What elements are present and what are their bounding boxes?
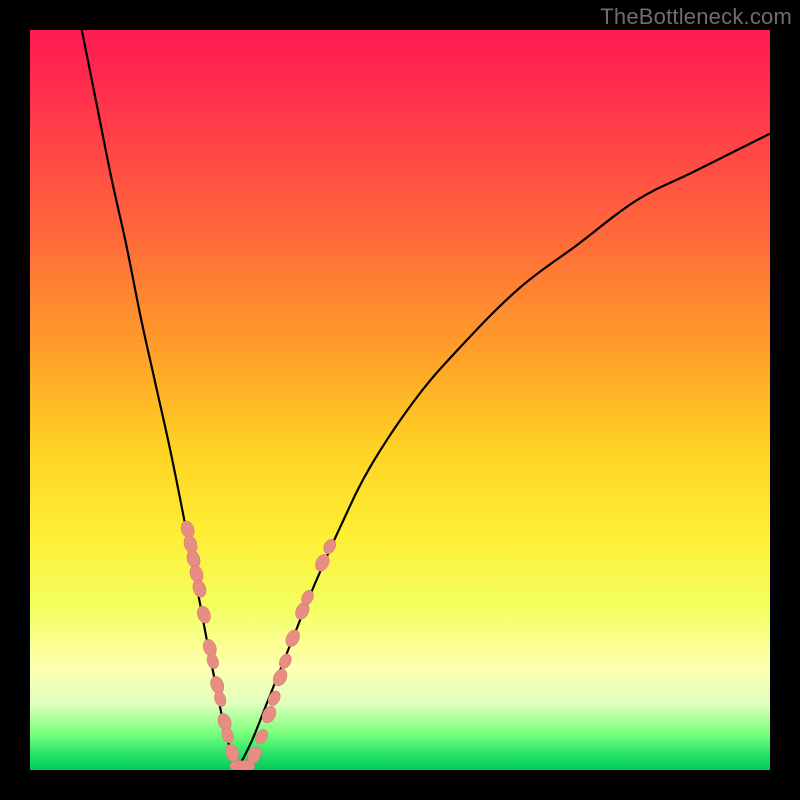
data-marker [283, 628, 302, 649]
watermark-text: TheBottleneck.com [600, 4, 792, 30]
data-marker [321, 537, 338, 556]
data-marker [277, 652, 294, 671]
data-marker [260, 704, 279, 725]
data-marker [266, 689, 283, 708]
data-marker [195, 604, 213, 625]
plot-area [30, 30, 770, 770]
curve-svg [30, 30, 770, 770]
data-marker [313, 552, 332, 573]
bottleneck-curve-right [237, 134, 770, 770]
data-markers [179, 519, 338, 770]
data-marker [212, 690, 227, 708]
data-marker [191, 578, 209, 599]
chart-stage: TheBottleneck.com [0, 0, 800, 800]
